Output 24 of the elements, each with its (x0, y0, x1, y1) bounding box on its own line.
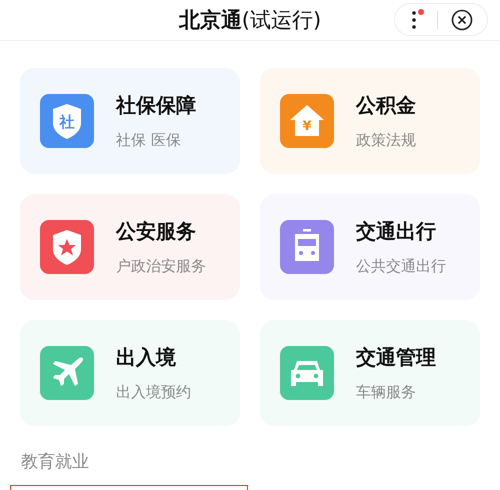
service-title: 交通出行 (356, 218, 437, 245)
service-subtitle: 公共交通出行 (356, 257, 446, 276)
service-icon: ¥ (280, 94, 334, 148)
service-subtitle: 户政治安服务 (116, 257, 206, 276)
service-title: 公积金 (356, 92, 416, 119)
service-card[interactable]: 出入境 出入境预约 (20, 320, 240, 426)
service-title: 社保保障 (116, 92, 196, 119)
service-card[interactable]: 公安服务 户政治安服务 (20, 194, 240, 300)
service-card[interactable]: 交通出行 公共交通出行 (260, 194, 480, 300)
more-icon[interactable] (409, 8, 426, 30)
section-heading: 教育就业 (21, 451, 90, 473)
service-subtitle: 出入境预约 (116, 383, 191, 402)
service-title: 出入境 (116, 344, 177, 371)
service-subtitle: 车辆服务 (356, 383, 417, 402)
service-title: 交通管理 (356, 344, 436, 371)
service-card[interactable]: ¥ 公积金 政策法规 (260, 68, 480, 174)
page-title: 北京通(试运行) (178, 7, 322, 34)
service-icon: 社 (40, 94, 94, 148)
service-card[interactable]: 社 社保保障 社保 医保 (20, 68, 240, 174)
service-card[interactable]: 交通管理 车辆服务 (260, 320, 480, 426)
service-subtitle: 政策法规 (356, 131, 416, 150)
close-icon[interactable] (450, 8, 473, 30)
service-title: 公安服务 (116, 218, 197, 245)
service-subtitle: 社保 医保 (116, 131, 182, 150)
